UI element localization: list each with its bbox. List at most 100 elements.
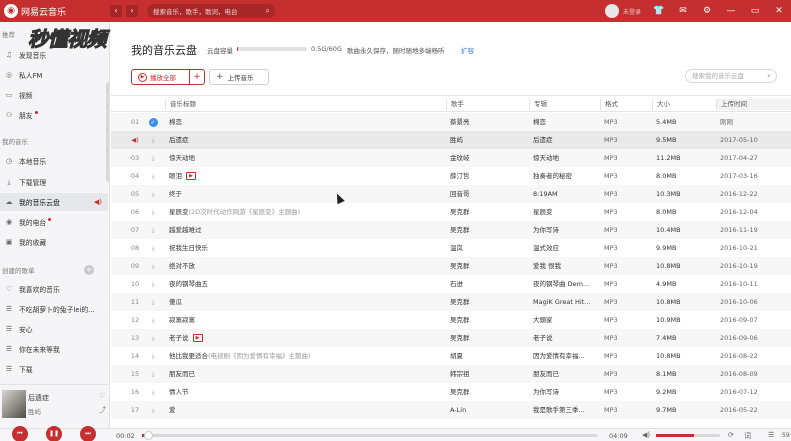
mv-icon[interactable]: ▶	[186, 172, 196, 180]
sidebar-item-playlist-3[interactable]: ☰ 你在未来等我	[0, 340, 108, 358]
column-title[interactable]: 音乐标题	[165, 99, 450, 110]
song-album[interactable]: 惊天动地	[533, 149, 603, 167]
table-row[interactable]: 01 ✓ 棉恋 蔡景亮 棉恋 MP3 5.4MB 刚刚	[111, 113, 791, 131]
settings-icon[interactable]: ⚙	[695, 6, 719, 16]
play-all-button[interactable]: ▶ 播放全部 +	[131, 69, 205, 85]
sidebar-item-cloud[interactable]: ☁ 我的音乐云盘 ◀)	[0, 193, 108, 211]
skin-icon[interactable]: 👕	[647, 6, 671, 16]
song-title-cell[interactable]: 夜的钢琴曲五	[169, 275, 449, 293]
search-icon[interactable]: ⌕	[767, 70, 771, 82]
song-album[interactable]: 为你写诗	[533, 383, 603, 401]
song-title-cell[interactable]: 绝对不放	[169, 257, 449, 275]
table-row[interactable]: 14 ⤓ 他比我更适合(电视剧《因为爱情有幸福》主题曲) 胡夏 因为爱情有幸福... MP…	[111, 347, 791, 365]
download-icon[interactable]: ⤓	[147, 365, 159, 383]
download-icon[interactable]: ⤓	[147, 239, 159, 257]
download-icon[interactable]: ⤓	[147, 203, 159, 221]
close-icon[interactable]: ✕	[767, 6, 791, 16]
table-row[interactable]: 07 ⤓ 越爱越难过 吴克群 为你写诗 MP3 10.4MB 2016-11-19	[111, 221, 791, 239]
lyrics-icon[interactable]: 词	[744, 431, 751, 441]
playlist-queue-icon[interactable]: ☰	[768, 431, 774, 439]
song-album[interactable]: 温式效应	[533, 239, 603, 257]
song-album[interactable]: MagiK Great Hit...	[533, 293, 603, 311]
sidebar-item-collection[interactable]: ▣ 我的收藏	[0, 233, 108, 251]
download-icon[interactable]: ⤓	[147, 167, 159, 185]
song-artist[interactable]: 石进	[450, 275, 530, 293]
download-icon[interactable]: ⤓	[147, 221, 159, 239]
song-album[interactable]: 星辰变	[533, 203, 603, 221]
loop-icon[interactable]: ⟳	[728, 431, 734, 439]
song-album[interactable]: 棉恋	[533, 113, 603, 131]
song-title-cell[interactable]: 寂寞寂寞	[169, 311, 449, 329]
mail-icon[interactable]: ✉	[671, 6, 695, 16]
column-artist[interactable]: 歌手	[446, 99, 531, 110]
add-to-queue-icon[interactable]: +	[190, 72, 204, 82]
maximize-icon[interactable]: ▭	[743, 6, 767, 16]
search-icon[interactable]: ⌕	[266, 6, 270, 16]
song-album[interactable]: 为你写诗	[533, 221, 603, 239]
download-icon[interactable]: ⤓	[147, 293, 159, 311]
album-cover[interactable]	[2, 390, 26, 418]
table-row[interactable]: 11 ⤓ 傻瓜 吴克群 MagiK Great Hit... MP3 10.8MB 2016-…	[111, 293, 791, 311]
song-title-cell[interactable]: 情人节	[169, 383, 449, 401]
song-album[interactable]: 8:19AM	[533, 185, 603, 203]
song-album[interactable]: 老子说	[533, 329, 603, 347]
song-artist[interactable]: 韩宗祖	[450, 365, 530, 383]
mv-icon[interactable]: ▶	[192, 334, 203, 342]
table-row[interactable]: 09 ⤓ 绝对不放 吴克群 爱我 恨我 MP3 10.8MB 2016-10-19	[111, 257, 791, 275]
sidebar-item-video[interactable]: ▭ 视频	[0, 86, 108, 104]
user-avatar[interactable]	[604, 4, 619, 18]
song-artist[interactable]: 吴克群	[450, 383, 530, 401]
table-row[interactable]: 04 ⤓ 眼泪 ▶ 薛汀哲 独奏者的秘密 MP3 8.0MB 2017-03-16	[111, 167, 791, 185]
sidebar-item-playlist-1[interactable]: ☰ 不吃胡萝卜的兔子lei的...	[0, 300, 108, 318]
song-title-cell[interactable]: 他比我更适合(电视剧《因为爱情有幸福》主题曲)	[169, 347, 449, 365]
song-artist[interactable]: 胡夏	[450, 347, 530, 365]
download-icon[interactable]: ⤓	[147, 131, 159, 149]
sidebar-item-my-radio[interactable]: ◉ 我的电台	[0, 213, 108, 231]
song-title-cell[interactable]: 棉恋	[169, 113, 449, 131]
table-row[interactable]: 17 ⤓ 爱 A-Lin 我是歌手第三季... MP3 9.7MB 2016-05-22	[111, 401, 791, 419]
sidebar-scrollbar[interactable]	[106, 82, 109, 182]
song-album[interactable]: 夜的钢琴曲 Dem...	[533, 275, 603, 293]
cloud-search-input[interactable]: 搜索我的音乐云盘 ⌕	[685, 69, 777, 83]
download-icon[interactable]: ⤓	[147, 329, 159, 347]
song-title-cell[interactable]: 越爱越难过	[169, 221, 449, 239]
share-icon[interactable]: ⤴	[99, 405, 106, 415]
user-name[interactable]: 未登录	[623, 7, 641, 16]
song-title-cell[interactable]: 惊天动地	[169, 149, 449, 167]
song-artist[interactable]: 薛汀哲	[450, 167, 530, 185]
volume-slider[interactable]	[656, 434, 720, 437]
song-title-cell[interactable]: 眼泪 ▶	[169, 167, 449, 185]
now-playing-artist[interactable]: 胜屿	[28, 406, 41, 416]
now-playing-card[interactable]: 后遗症 胜屿 ♡ ⤴	[0, 384, 110, 428]
song-artist[interactable]: 吴克群	[450, 293, 530, 311]
song-title-cell[interactable]: 傻瓜	[169, 293, 449, 311]
download-icon[interactable]: ⤓	[147, 347, 159, 365]
song-artist[interactable]: 吴克群	[450, 311, 530, 329]
table-row[interactable]: 15 ⤓ 朋友而已 韩宗祖 朋友而已 MP3 8.1MB 2016-08-09	[111, 365, 791, 383]
sidebar-item-local-music[interactable]: ◷ 本地音乐	[0, 152, 108, 170]
song-album[interactable]: 因为爱情有幸福...	[533, 347, 603, 365]
song-artist[interactable]: 吴克群	[450, 221, 530, 239]
sidebar-item-fm[interactable]: ◎ 私人FM	[0, 66, 108, 84]
column-format[interactable]: 格式	[600, 99, 652, 110]
table-row[interactable]: 03 ⤓ 惊天动地 金玟岐 惊天动地 MP3 11.2MB 2017-04-27	[111, 149, 791, 167]
sidebar-item-playlist-4[interactable]: ☰ 下载	[0, 360, 108, 378]
table-row[interactable]: 12 ⤓ 寂寞寂寞 吴克群 大頭家 MP3 10.9MB 2016-09-07	[111, 311, 791, 329]
song-artist[interactable]: 吴克群	[450, 257, 530, 275]
download-icon[interactable]: ⤓	[147, 257, 159, 275]
pause-button[interactable]: ❚❚	[46, 426, 62, 441]
song-artist[interactable]: 蔡景亮	[450, 113, 530, 131]
like-icon[interactable]: ♡	[99, 392, 105, 400]
minimize-icon[interactable]: —	[719, 6, 743, 16]
sidebar-item-friends[interactable]: ⚇ 朋友	[0, 106, 108, 124]
table-row[interactable]: 06 ⤓ 星辰变(2D次时代动作网游《星辰变》主题曲) 吴克群 星辰变 MP3 8.0MB 2…	[111, 203, 791, 221]
app-logo[interactable]: ◉ 网易云音乐	[4, 4, 66, 18]
song-title-cell[interactable]: 爱	[169, 401, 449, 419]
song-album[interactable]: 我是歌手第三季...	[533, 401, 603, 419]
song-artist[interactable]: A-Lin	[450, 401, 530, 419]
add-playlist-icon[interactable]: +	[84, 265, 94, 275]
song-title-cell[interactable]: 朋友而已	[169, 365, 449, 383]
upload-button[interactable]: + 上传音乐	[209, 69, 269, 85]
song-album[interactable]: 朋友而已	[533, 365, 603, 383]
song-title-cell[interactable]: 星辰变(2D次时代动作网游《星辰变》主题曲)	[169, 203, 449, 221]
